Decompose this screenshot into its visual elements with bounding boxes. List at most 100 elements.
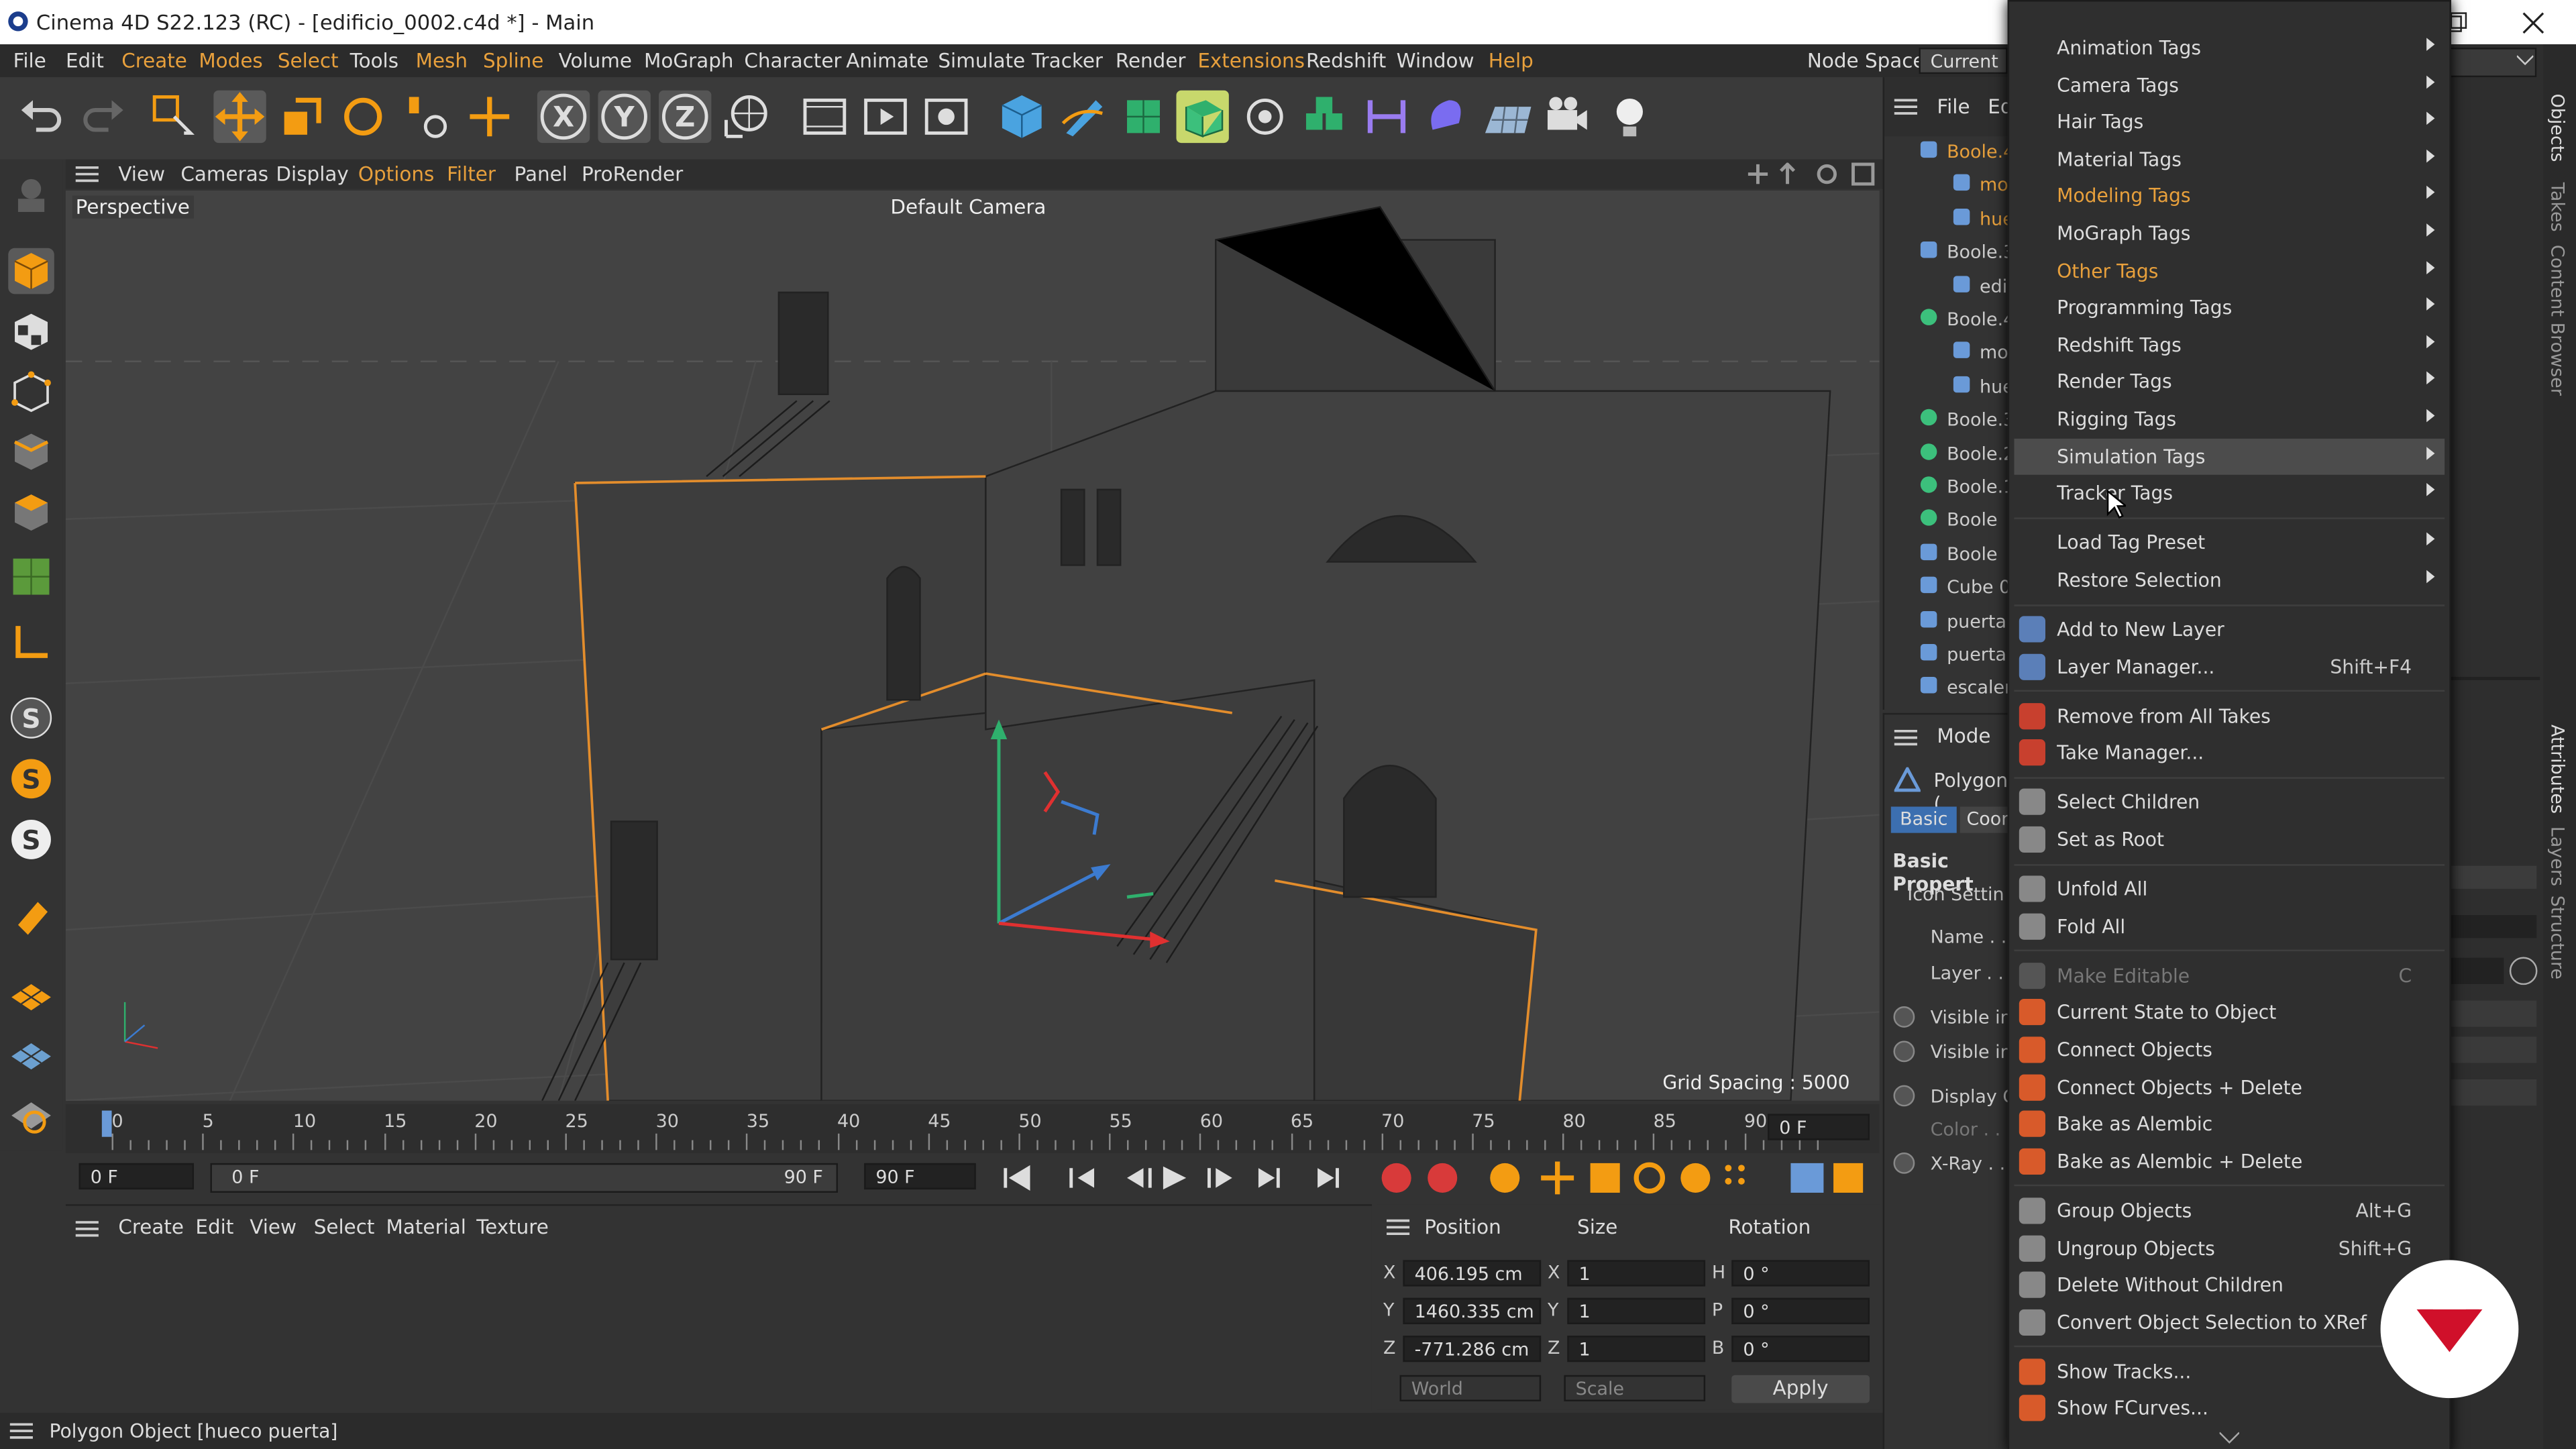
viewport-menu-prorender[interactable]: ProRender [582, 162, 683, 185]
scroll-down-icon[interactable] [2219, 1431, 2239, 1444]
hamburger-icon[interactable] [75, 1219, 99, 1238]
object-row[interactable]: Boole.2 [1884, 438, 2016, 471]
field-icon[interactable] [1419, 91, 1472, 143]
material-menu-view[interactable]: View [250, 1216, 297, 1238]
menu-redshift[interactable]: Redshift [1306, 49, 1386, 72]
placement-tool-icon[interactable] [464, 91, 516, 143]
context-menu-item[interactable]: Take Manager... [2014, 735, 2445, 771]
context-menu-item[interactable]: MoGraph Tags [2014, 215, 2445, 252]
hamburger-icon[interactable] [75, 164, 99, 184]
grid-lock-icon[interactable] [8, 1030, 54, 1077]
context-menu-item[interactable]: Unfold All [2014, 871, 2445, 907]
subdivision-surface-icon[interactable] [1117, 91, 1169, 143]
object-row[interactable]: Boole.3 [1884, 237, 2016, 270]
visible-editor-dropdown[interactable] [2445, 1000, 2537, 1027]
context-menu-item[interactable]: Tracker Tags [2014, 475, 2445, 511]
menu-spline[interactable]: Spline [483, 49, 543, 72]
deformer-icon[interactable] [1360, 91, 1413, 143]
cube-icon[interactable] [996, 91, 1048, 143]
display-color-dropdown[interactable] [2445, 1079, 2537, 1106]
size-field[interactable]: 1 [1567, 1336, 1706, 1362]
max-frame-field[interactable]: 90 F [864, 1163, 976, 1190]
context-menu-item[interactable]: Make Editable C [2014, 957, 2445, 994]
edges-mode-icon[interactable] [8, 429, 54, 475]
object-row[interactable]: Boole.4 [1884, 136, 2016, 169]
context-menu-item[interactable]: Rigging Tags [2014, 401, 2445, 437]
uv-mode-icon[interactable] [8, 553, 54, 600]
context-menu-item[interactable]: Connect Objects [2014, 1032, 2445, 1068]
hamburger-icon[interactable] [1386, 1218, 1410, 1237]
floor-icon[interactable] [1482, 91, 1534, 143]
model-mode-icon[interactable] [8, 248, 54, 294]
polygons-mode-icon[interactable] [8, 490, 54, 536]
context-menu-item[interactable]: Set as Root [2014, 822, 2445, 858]
menu-tracker[interactable]: Tracker [1032, 49, 1103, 72]
scale-tool-icon[interactable] [276, 91, 328, 143]
material-menu-edit[interactable]: Edit [195, 1216, 233, 1238]
side-tab-attributes[interactable]: Attributes [2546, 724, 2568, 814]
move-tool-icon[interactable] [213, 90, 266, 144]
light-icon[interactable] [1603, 91, 1656, 143]
context-menu-item[interactable]: Programming Tags [2014, 289, 2445, 325]
side-tab-structure[interactable]: Structure [2546, 896, 2568, 979]
x-axis-lock-icon[interactable]: X [537, 90, 590, 144]
render-to-picture-viewer-icon[interactable] [859, 91, 912, 143]
current-frame-field[interactable]: 0 F [1768, 1114, 1870, 1140]
viewport-menu-filter[interactable]: Filter [447, 162, 496, 185]
coord-system-dropdown[interactable]: World [1399, 1375, 1542, 1401]
icon-settings-group[interactable]: Icon Settin [1907, 884, 2004, 906]
context-menu-item[interactable]: Hair Tags [2014, 104, 2445, 140]
snap-s-icon[interactable]: S [8, 695, 54, 741]
menu-volume[interactable]: Volume [559, 49, 632, 72]
keyframe-tools[interactable] [1377, 1160, 1870, 1196]
object-row[interactable]: Boole.3 [1884, 405, 2016, 437]
material-menu-select[interactable]: Select [314, 1216, 375, 1238]
menu-simulate[interactable]: Simulate [938, 49, 1025, 72]
snap-settings-icon[interactable]: S [8, 816, 54, 863]
object-row[interactable]: puerta [1884, 639, 2016, 672]
context-menu-item[interactable]: Camera Tags [2014, 66, 2445, 103]
transport-controls[interactable] [999, 1161, 1393, 1194]
render-settings-icon[interactable] [920, 91, 972, 143]
rotation-field[interactable]: 0 ° [1731, 1336, 1870, 1362]
menu-help[interactable]: Help [1489, 49, 1534, 72]
object-row[interactable]: modu [1884, 337, 2031, 370]
hamburger-icon[interactable] [1894, 97, 1917, 116]
redo-icon[interactable] [76, 91, 128, 143]
context-menu-item[interactable]: Simulation Tags [2014, 437, 2445, 474]
preview-range-slider[interactable]: 0 F 90 F [210, 1163, 838, 1193]
snap-enable-icon[interactable]: S [8, 756, 54, 802]
context-menu-item[interactable]: Other Tags [2014, 252, 2445, 288]
transform-tool-icon[interactable] [399, 91, 451, 143]
render-view-icon[interactable] [798, 91, 851, 143]
menu-render[interactable]: Render [1116, 49, 1186, 72]
viewport-menu-view[interactable]: View [118, 162, 165, 185]
menu-edit[interactable]: Edit [66, 49, 104, 72]
close-icon[interactable] [2522, 11, 2544, 34]
min-frame-field[interactable]: 0 F [78, 1163, 194, 1190]
menu-file[interactable]: File [13, 49, 46, 72]
attr-mode-menu[interactable]: Mode [1937, 724, 1990, 747]
pen-spline-icon[interactable] [1057, 91, 1109, 143]
object-row[interactable]: huec [1884, 371, 2024, 404]
layer-field[interactable] [2445, 957, 2504, 984]
menu-modes[interactable]: Modes [199, 49, 262, 72]
object-row[interactable]: Boole.4 [1884, 304, 2016, 337]
context-menu-item[interactable]: Connect Objects + Delete [2014, 1069, 2445, 1105]
timeline-ruler[interactable]: 0 5 10 15 20 25 30 35 40 45 50 55 60 65 70 75 80 85 90 0 F [65, 1104, 1880, 1154]
object-row[interactable]: modu [1884, 170, 2031, 203]
menu-extensions[interactable]: Extensions [1197, 49, 1305, 72]
context-menu-item[interactable]: Redshift Tags [2014, 327, 2445, 363]
cloner-icon[interactable] [1239, 91, 1291, 143]
visible-renderer-dropdown[interactable] [2445, 1036, 2537, 1063]
radio-buttons[interactable] [1891, 1004, 1917, 1184]
context-menu-item[interactable]: Material Tags [2014, 141, 2445, 177]
material-menu-texture[interactable]: Texture [476, 1216, 549, 1238]
undo-icon[interactable] [16, 91, 68, 143]
extrude-icon[interactable] [1176, 90, 1229, 144]
scene-canvas[interactable] [65, 191, 1880, 1101]
context-menu-item[interactable]: Add to New Layer [2014, 611, 2445, 647]
points-mode-icon[interactable] [8, 370, 54, 416]
material-menu-create[interactable]: Create [118, 1216, 184, 1238]
viewport-nav-icons[interactable] [1748, 162, 1880, 186]
